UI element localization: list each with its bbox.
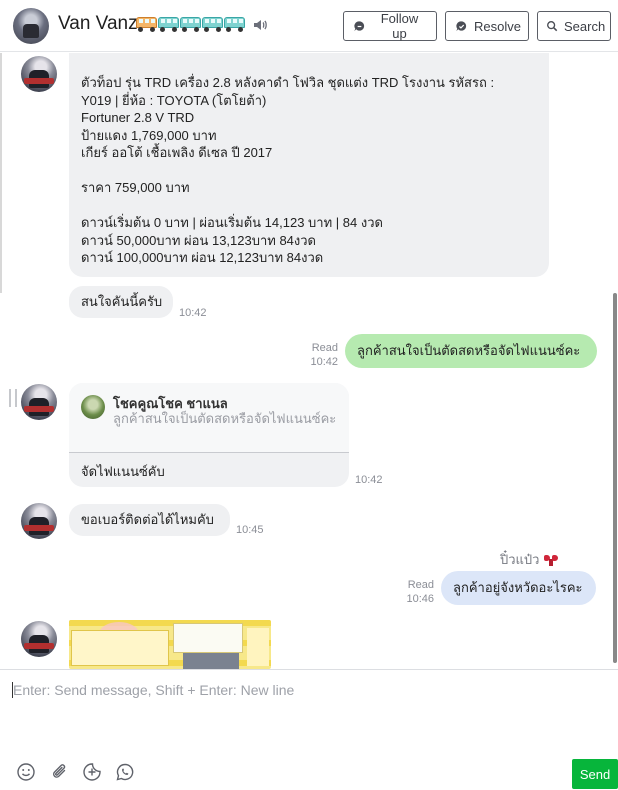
panel-divider	[0, 53, 2, 293]
listing-blank-line	[81, 162, 537, 180]
drag-handle[interactable]	[9, 389, 17, 407]
listing-line: ป้ายแดง 1,769,000 บาท	[81, 127, 217, 143]
attachment-icon[interactable]	[50, 762, 70, 782]
follow-up-button[interactable]: Follow up	[343, 11, 437, 41]
message-list[interactable]: ตัวท็อป รุ่น TRD เครื่อง 2.8 หลังคาดำ โฟ…	[0, 53, 618, 669]
message-time: 10:42	[310, 356, 338, 368]
contact-name[interactable]: Van Vanz	[58, 13, 138, 35]
resolve-button[interactable]: Resolve	[445, 11, 529, 41]
ribbon-emoji	[544, 554, 559, 566]
bus-emoji	[180, 17, 201, 32]
bus-emoji	[224, 17, 245, 32]
listing-line: ดาวน์เริ่มต้น 0 บาท | ผ่อนเริ่มต้น 14,12…	[81, 215, 383, 230]
message-time: 10:45	[236, 524, 264, 536]
listing-line: ตัวท็อป รุ่น TRD เครื่อง 2.8 หลังคาดำ โฟ…	[81, 75, 495, 90]
resolve-icon	[455, 20, 468, 33]
listing-line: Y019 | ยี่ห้อ : TOYOTA (โตโยต้า)	[81, 92, 267, 108]
read-receipt: Read 10:42	[300, 341, 338, 369]
customer-avatar[interactable]	[21, 384, 57, 420]
message-composer: Send	[0, 669, 618, 790]
quoted-message[interactable]: โชคคูณโชค ชาแนล ลูกค้าสนใจเป็นตัดสดหรือจ…	[69, 383, 349, 453]
customer-avatar[interactable]	[21, 503, 57, 539]
image-message[interactable]	[69, 620, 271, 669]
message-time: 10:46	[406, 593, 434, 605]
customer-avatar[interactable]	[21, 56, 57, 92]
listing-line: Fortuner 2.8 V TRD	[81, 110, 195, 125]
emoji-icon[interactable]	[16, 762, 36, 782]
follow-up-icon	[353, 20, 366, 33]
agent-name: ปิ๋วแป๋ว	[500, 552, 540, 567]
reply-text: จัดไฟแนนซ์คับ	[81, 464, 165, 479]
listing-line: ดาวน์ 100,000บาท ผ่อน 12,123บาท 84งวด	[81, 250, 324, 265]
text-caret	[12, 682, 13, 698]
search-icon	[546, 20, 558, 33]
message-time: 10:42	[355, 474, 383, 486]
chat-header: Van Vanz Follow up Resolve Search	[0, 0, 618, 52]
listing-line: ดาวน์ 50,000บาท ผ่อน 13,123บาท 84งวด	[81, 232, 317, 248]
bus-emoji	[158, 17, 179, 32]
contact-avatar[interactable]	[13, 8, 49, 44]
quoted-text: ลูกค้าสนใจเป็นตัดสดหรือจัดไฟแนนซ์คะ	[113, 411, 337, 426]
agent-message-bubble: ลูกค้าสนใจเป็นตัดสดหรือจัดไฟแนนซ์คะ	[345, 334, 597, 368]
read-label: Read	[311, 342, 338, 354]
read-label: Read	[407, 579, 434, 591]
speaker-icon[interactable]	[252, 17, 268, 33]
listing-message-bubble: ตัวท็อป รุ่น TRD เครื่อง 2.8 หลังคาดำ โฟ…	[69, 53, 549, 277]
search-button[interactable]: Search	[537, 11, 611, 41]
read-receipt: Read 10:46	[396, 578, 434, 606]
message-time: 10:42	[179, 307, 207, 319]
follow-up-label: Follow up	[380, 11, 419, 41]
customer-message-bubble: สนใจคันนี้ครับ	[69, 286, 173, 318]
bus-emoji	[202, 17, 223, 32]
search-label: Search	[564, 18, 606, 34]
quoted-avatar	[81, 395, 105, 419]
customer-message-bubble: ขอเบอร์ติดต่อได้ไหมคับ	[69, 504, 230, 536]
agent-message-bubble: ลูกค้าอยู่จังหวัดอะไรคะ	[441, 571, 596, 605]
listing-line: ราคา 759,000 บาท	[81, 180, 190, 195]
resolve-label: Resolve	[474, 18, 521, 34]
bus-emoji	[136, 17, 157, 32]
contact-name-emoji	[136, 14, 245, 34]
message-input[interactable]	[5, 671, 610, 753]
sticker-add-icon[interactable]	[82, 762, 102, 782]
send-button[interactable]: Send	[572, 759, 618, 789]
scrollbar-thumb[interactable]	[613, 293, 617, 663]
listing-blank-line	[81, 197, 537, 215]
line-chat-icon[interactable]	[115, 762, 135, 782]
customer-avatar[interactable]	[21, 621, 57, 657]
agent-name-label: ปิ๋วแป๋ว	[500, 549, 559, 570]
reply-message-bubble: โชคคูณโชค ชาแนล ลูกค้าสนใจเป็นตัดสดหรือจ…	[69, 383, 349, 487]
listing-line: เกียร์ ออโต้ เชื้อเพลิง ดีเซล ปี 2017	[81, 145, 273, 160]
scrollbar-track[interactable]	[612, 53, 618, 669]
